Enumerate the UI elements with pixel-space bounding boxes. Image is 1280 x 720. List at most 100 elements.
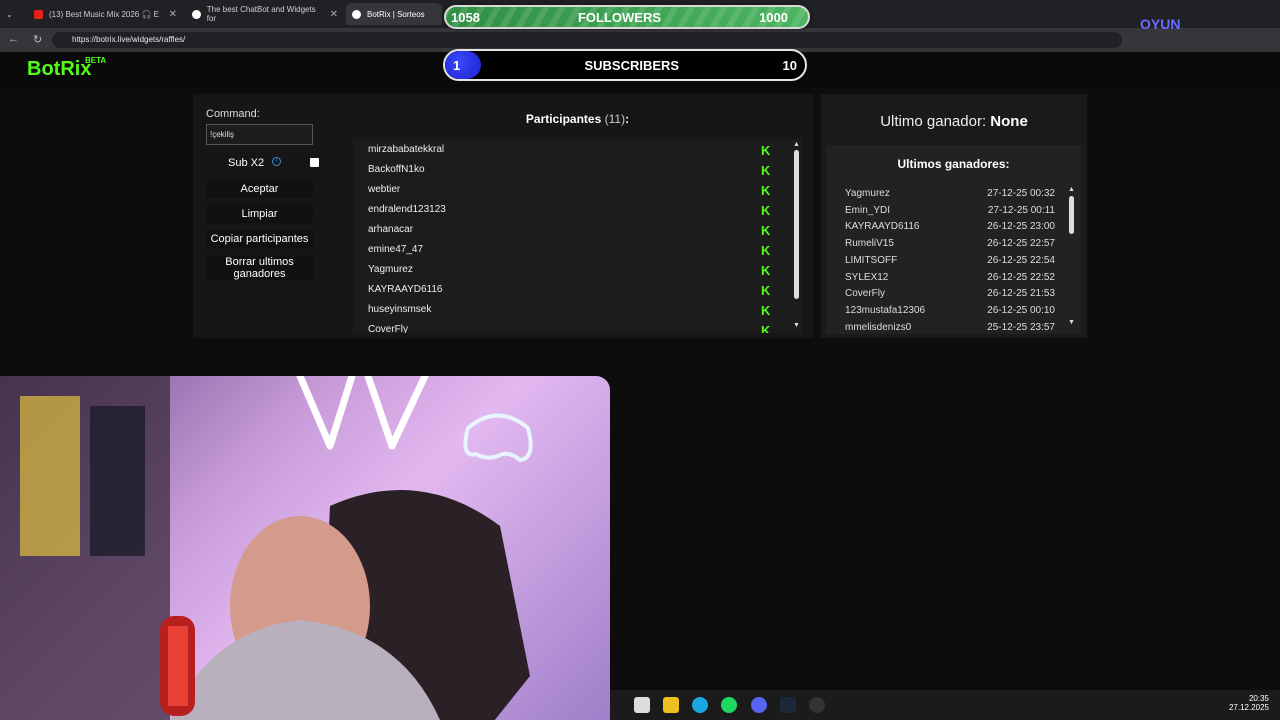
participant-row: mirzababatekkral K	[368, 144, 778, 158]
winner-time: 27-12-25 00:32	[987, 188, 1055, 199]
botrix-favicon-icon	[192, 9, 201, 19]
winner-row: SYLEX12 26-12-25 22:52	[845, 272, 1055, 285]
winner-row: Emin_YDI 27-12-25 00:11	[845, 205, 1055, 218]
scroll-up-icon[interactable]: ▲	[1068, 186, 1075, 193]
taskbar	[610, 690, 1280, 720]
spotify-icon[interactable]	[721, 697, 737, 713]
webcam-scene	[0, 376, 533, 720]
subs-label: SUBSCRIBERS	[584, 57, 680, 73]
discord-icon[interactable]	[751, 697, 767, 713]
winner-time: 26-12-25 22:52	[987, 271, 1055, 283]
tab-raffles[interactable]: BotRix | Sorteos	[346, 3, 442, 25]
participant-name: webtier	[368, 184, 401, 195]
last-winner: Ultimo ganador: None	[821, 113, 1087, 130]
sub-x2-checkbox[interactable]	[310, 158, 319, 167]
sub-x2-label: Sub X2	[228, 157, 265, 169]
chevron-down-icon: ⌄	[6, 9, 13, 19]
winner-name: mmelisdenizs0	[845, 321, 912, 332]
participant-name: endralend123123	[368, 204, 446, 215]
participant-row: webtier K	[368, 184, 778, 198]
kick-icon: K	[761, 324, 771, 333]
winner-row: RumeliV15 26-12-25 22:57	[845, 238, 1055, 251]
subs-progress-fill: 1	[445, 51, 481, 79]
participant-name: emine47_47	[368, 244, 424, 255]
command-label: Command:	[206, 108, 260, 120]
scroll-down-icon[interactable]: ▼	[793, 322, 800, 329]
participant-name: huseyinsmsek	[368, 304, 432, 315]
webcam-feed	[0, 376, 610, 720]
info-icon[interactable]: i	[272, 157, 281, 166]
steam-icon[interactable]	[780, 697, 796, 713]
kick-icon: K	[761, 243, 771, 258]
participant-row: arhanacar K	[368, 224, 778, 238]
winner-name: RumeliV15	[845, 238, 894, 250]
subs-goal: 10	[782, 57, 797, 73]
folder-icon[interactable]	[663, 697, 679, 713]
winner-time: 26-12-25 22:57	[987, 238, 1055, 250]
subscribers-goal-bar: 1 SUBSCRIBERS 10	[443, 49, 807, 81]
participant-row: endralend123123 K	[368, 204, 778, 218]
winner-name: 123mustafa12306	[845, 304, 926, 316]
scroll-down-icon[interactable]: ▼	[1068, 319, 1075, 326]
copy-participants-button[interactable]: Copiar participantes	[206, 230, 313, 248]
participant-row: huseyinsmsek K	[368, 304, 778, 318]
winner-time: 26-12-25 00:10	[987, 304, 1055, 316]
last-winner-label: Ultimo ganador:	[880, 113, 987, 130]
followers-goal-bar: 1058 FOLLOWERS 1000	[444, 5, 810, 29]
close-icon[interactable]: ✕	[169, 9, 177, 20]
winners-scrollbar[interactable]	[1069, 196, 1074, 234]
winner-time: 26-12-25 22:54	[987, 254, 1055, 266]
subs-current: 1	[453, 57, 461, 73]
winner-row: LIMITSOFF 26-12-25 22:54	[845, 255, 1055, 268]
obs-icon[interactable]	[809, 697, 825, 713]
winners-list-title: Ultimos ganadores:	[897, 157, 1010, 171]
tab-music[interactable]: (13) Best Music Mix 2026 🎧 E ✕	[28, 3, 183, 25]
clear-button[interactable]: Limpiar	[206, 205, 313, 223]
participants-scrollbar[interactable]	[794, 150, 799, 299]
participant-name: KAYRAAYD6116	[368, 284, 443, 295]
file-icon[interactable]	[634, 697, 650, 713]
winner-row: KAYRAAYD6116 26-12-25 23:00	[845, 221, 1055, 234]
participant-name: BackoffN1ko	[368, 164, 425, 175]
participant-name: CoverFly	[368, 324, 409, 333]
participant-name: Yagmurez	[368, 264, 413, 275]
participant-name: mirzababatekkral	[368, 144, 445, 155]
winner-time: 26-12-25 23:00	[987, 221, 1055, 233]
followers-label: FOLLOWERS	[577, 9, 662, 25]
back-icon[interactable]: ←	[8, 33, 19, 45]
participants-title: Participantes (11):	[525, 112, 630, 126]
winner-name: Emin_YDI	[845, 204, 891, 216]
accept-button[interactable]: Aceptar	[206, 180, 313, 198]
kick-icon: K	[761, 283, 771, 298]
command-input[interactable]	[206, 124, 313, 145]
participants-title-text: Participantes	[525, 112, 602, 126]
kick-icon: K	[761, 183, 771, 198]
youtube-icon	[34, 9, 43, 19]
tab-label: The best ChatBot and Widgets for	[206, 5, 316, 23]
winner-name: CoverFly	[845, 288, 886, 300]
tab-menu-button[interactable]: ⌄	[0, 3, 22, 25]
tab-chatbot[interactable]: The best ChatBot and Widgets for ✕	[186, 3, 344, 25]
participant-row: CoverFly K	[368, 324, 778, 333]
kick-icon: K	[761, 143, 771, 158]
tab-label: BotRix | Sorteos	[367, 9, 425, 19]
winner-name: Yagmurez	[845, 188, 890, 199]
scroll-up-icon[interactable]: ▲	[793, 141, 800, 148]
tab-label: (13) Best Music Mix 2026 🎧 E	[49, 9, 159, 19]
kick-icon: K	[761, 203, 771, 218]
winner-name: LIMITSOFF	[845, 254, 898, 266]
close-icon[interactable]: ✕	[330, 9, 338, 20]
system-clock[interactable]: 20:35 27.12.2025	[1225, 694, 1269, 712]
reload-icon[interactable]: ↻	[33, 33, 42, 46]
botrix-logo[interactable]: BotRix	[27, 58, 91, 81]
winner-time: 25-12-25 23:57	[987, 321, 1055, 332]
last-winner-value: None	[990, 113, 1028, 130]
oyun-watermark-logo: OYUN	[1140, 16, 1181, 32]
url-field[interactable]: https://botrix.live/widgets/raffles/	[52, 32, 1122, 48]
followers-goal: 1000	[759, 9, 788, 25]
delete-last-winners-button[interactable]: Borrar ultimos ganadores	[206, 255, 313, 281]
clock-time: 20:35	[1248, 694, 1269, 703]
kick-icon: K	[761, 223, 771, 238]
followers-current: 1058	[451, 9, 480, 25]
edge-icon[interactable]	[692, 697, 708, 713]
